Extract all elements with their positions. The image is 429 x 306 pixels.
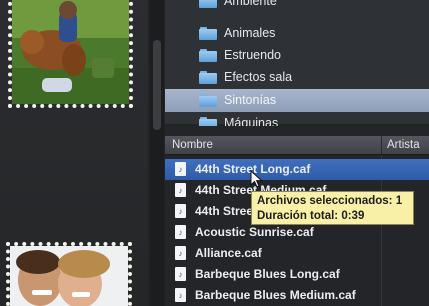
folder-icon bbox=[199, 27, 217, 40]
folder-icon bbox=[199, 71, 217, 84]
file-name: Acoustic Sunrise.caf bbox=[195, 225, 314, 239]
photo-panel-scrollbar[interactable] bbox=[150, 0, 164, 306]
file-name: Barbeque Blues Medium.caf bbox=[195, 288, 356, 302]
column-header-name[interactable]: Nombre bbox=[172, 136, 213, 154]
source-item-label: Animales bbox=[224, 26, 276, 40]
tooltip-selected-count: Archivos seleccionados: 1 bbox=[257, 195, 403, 207]
audio-file-icon: ♪ bbox=[175, 225, 187, 240]
table-header: Nombre Artista bbox=[165, 136, 429, 155]
source-item-label: Estruendo bbox=[224, 48, 281, 62]
sound-category-list: Ambiente Animales Estruendo Efectos sala… bbox=[165, 0, 429, 130]
scrollbar-thumb[interactable] bbox=[153, 40, 161, 130]
source-item-efectos-sala[interactable]: Efectos sala bbox=[165, 66, 429, 89]
table-row[interactable]: ♪ 44th Street Long.caf bbox=[165, 159, 429, 180]
audio-file-icon: ♪ bbox=[175, 162, 187, 177]
tooltip-total-duration: Duración total: 0:39 bbox=[257, 210, 365, 222]
audio-file-icon: ♪ bbox=[175, 288, 187, 303]
source-item-sintonias[interactable]: Sintonías bbox=[165, 89, 429, 112]
table-row[interactable]: ♪ Barbeque Blues Medium.caf bbox=[165, 285, 429, 306]
folder-icon bbox=[199, 49, 217, 62]
source-item-label: Efectos sala bbox=[224, 70, 293, 84]
audio-file-icon: ♪ bbox=[175, 204, 187, 219]
photo-couple[interactable] bbox=[6, 242, 132, 306]
source-item-estruendo[interactable]: Estruendo bbox=[165, 44, 429, 67]
file-name: Alliance.caf bbox=[195, 246, 262, 260]
photo-panel bbox=[0, 0, 148, 306]
column-divider[interactable] bbox=[381, 136, 382, 154]
media-browser-window: Ambiente Animales Estruendo Efectos sala… bbox=[0, 0, 429, 306]
audio-file-icon: ♪ bbox=[175, 267, 187, 282]
folder-icon bbox=[199, 94, 217, 107]
photo-dog-child[interactable] bbox=[8, 0, 133, 108]
source-item-label: Sintonías bbox=[224, 93, 277, 107]
table-row[interactable]: ♪ Barbeque Blues Long.caf bbox=[165, 264, 429, 285]
table-row[interactable]: ♪ Acoustic Sunrise.caf bbox=[165, 222, 429, 243]
source-item-animales[interactable]: Animales bbox=[165, 22, 429, 45]
selection-info-tooltip: Archivos seleccionados: 1 Duración total… bbox=[251, 191, 414, 225]
column-header-artist[interactable]: Artista bbox=[387, 136, 420, 154]
audio-file-icon: ♪ bbox=[175, 183, 187, 198]
folder-icon bbox=[199, 0, 217, 8]
source-item-label: Ambiente bbox=[224, 0, 277, 8]
mouse-pointer-icon bbox=[250, 170, 263, 188]
table-row[interactable]: ♪ Alliance.caf bbox=[165, 243, 429, 264]
audio-file-icon: ♪ bbox=[175, 246, 187, 261]
file-name: Barbeque Blues Long.caf bbox=[195, 267, 340, 281]
source-item-ambiente[interactable]: Ambiente bbox=[165, 0, 429, 13]
